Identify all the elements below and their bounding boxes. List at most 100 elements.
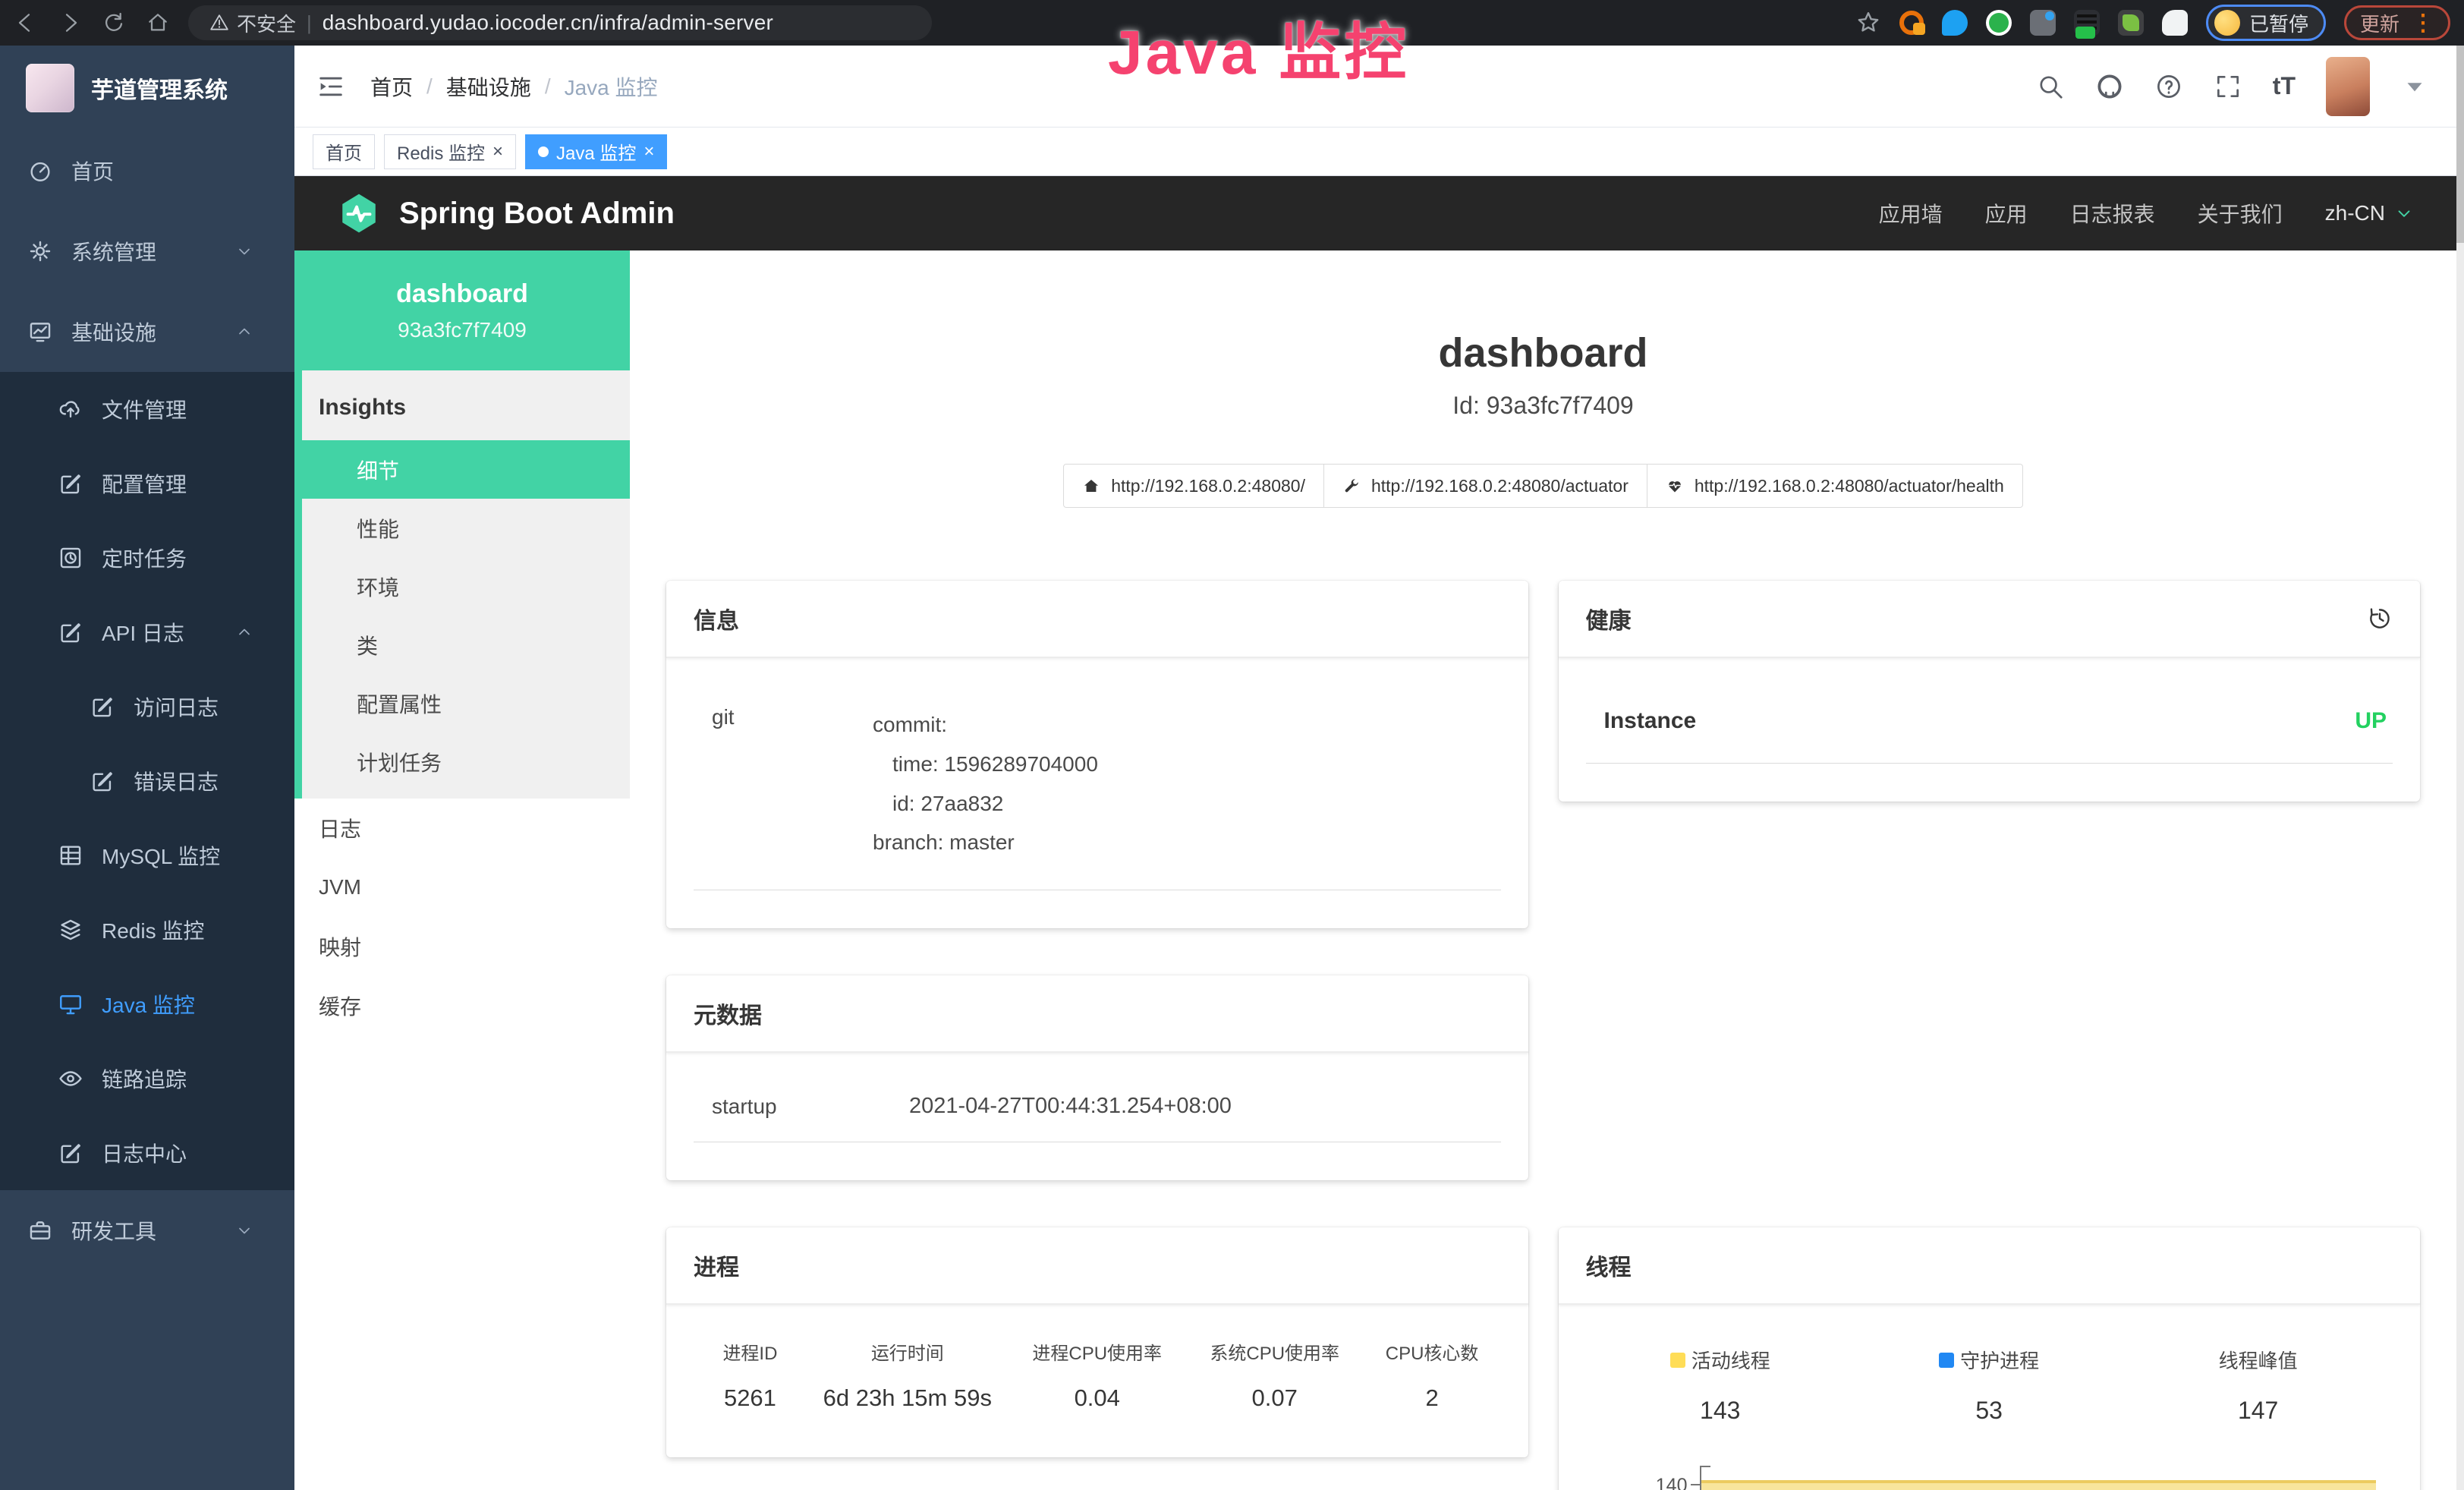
bookmark-star-icon[interactable] — [1855, 10, 1881, 36]
sidebar-item-home[interactable]: 首页 — [0, 131, 294, 211]
sba-brand[interactable]: Spring Boot Admin — [337, 191, 675, 235]
address-divider: | — [307, 11, 312, 35]
info-git-label: git — [712, 705, 873, 862]
sba-sidebar-item-jvm[interactable]: JVM — [294, 858, 630, 917]
window-scrollbar[interactable] — [2456, 46, 2464, 1490]
instance-links: http://192.168.0.2:48080/ http://192.168… — [666, 464, 2420, 508]
sidebar-item-java-monitor[interactable]: Java 监控 — [0, 967, 294, 1041]
app-logo-row[interactable]: 芋道管理系统 — [0, 46, 294, 131]
process-header-pid: 进程ID — [694, 1338, 807, 1365]
browser-profile-chip[interactable]: 已暂停 — [2206, 5, 2326, 41]
scrollbar-thumb[interactable] — [2456, 46, 2464, 243]
process-card: 进程 进程ID 5261 运行时间 6d 23h 15m 59s — [666, 1227, 1528, 1457]
process-value-process-cpu: 0.04 — [1009, 1384, 1186, 1412]
sba-sidebar-item-environment[interactable]: 环境 — [302, 557, 630, 616]
sidebar-item-label: 文件管理 — [102, 394, 187, 424]
health-card-title: 健康 — [1586, 602, 1632, 635]
sidebar-item-label: 研发工具 — [71, 1215, 156, 1246]
sba-nav-about[interactable]: 关于我们 — [2198, 198, 2283, 228]
close-icon[interactable]: × — [492, 143, 503, 161]
close-icon[interactable]: × — [644, 143, 654, 161]
tab-home[interactable]: 首页 — [313, 134, 375, 169]
screen: 不安全 | dashboard.yudao.iocoder.cn/infra/a… — [0, 0, 2464, 1490]
sba-sidebar-item-mappings[interactable]: 映射 — [294, 917, 630, 976]
instance-name: dashboard — [396, 279, 528, 309]
search-icon[interactable] — [2036, 72, 2065, 101]
extension-switch-on-icon[interactable] — [2074, 10, 2100, 36]
sba-sidebar-item-scheduled-tasks[interactable]: 计划任务 — [302, 732, 630, 791]
user-avatar[interactable] — [2326, 57, 2370, 116]
browser-home-icon[interactable] — [146, 11, 170, 35]
extensions-puzzle-icon[interactable] — [2162, 10, 2188, 36]
service-url-button[interactable]: http://192.168.0.2:48080/ — [1063, 464, 1324, 508]
sidebar-item-label: 基础设施 — [71, 317, 156, 347]
browser-update-button[interactable]: 更新 ⋮ — [2344, 5, 2450, 40]
sba-sidebar-item-config-props[interactable]: 配置属性 — [302, 674, 630, 732]
sba-sidebar-item-metrics[interactable]: 性能 — [302, 499, 630, 557]
chevron-down-icon — [235, 242, 253, 260]
sidebar-item-api-log[interactable]: API 日志 — [0, 595, 294, 669]
extension-pin-icon[interactable] — [1942, 10, 1968, 36]
edit-square-icon — [90, 768, 115, 794]
breadcrumb-infra[interactable]: 基础设施 — [446, 71, 531, 102]
forward-icon[interactable] — [58, 11, 82, 35]
sba-nav-wallboard[interactable]: 应用墙 — [1879, 198, 1943, 228]
sidebar-item-error-log[interactable]: 错误日志 — [0, 744, 294, 818]
sba-locale-select[interactable]: zh-CN — [2325, 201, 2414, 225]
tab-label: 首页 — [326, 138, 362, 165]
health-url-button[interactable]: http://192.168.0.2:48080/actuator/health — [1647, 464, 2023, 508]
sidebar-item-system-mgmt[interactable]: 系统管理 — [0, 211, 294, 291]
cloud-upload-icon — [58, 396, 83, 422]
sidebar-item-label: Redis 监控 — [102, 915, 204, 945]
sba-sidebar-item-details[interactable]: 细节 — [302, 440, 630, 499]
sidebar-item-log-center[interactable]: 日志中心 — [0, 1116, 294, 1190]
sidebar-item-scheduled-jobs[interactable]: 定时任务 — [0, 521, 294, 595]
sidebar-item-redis-monitor[interactable]: Redis 监控 — [0, 893, 294, 967]
breadcrumb-current: Java 监控 — [565, 71, 658, 102]
breadcrumb-home[interactable]: 首页 — [370, 71, 413, 102]
user-caret-down-icon[interactable] — [2400, 72, 2429, 101]
address-bar[interactable]: 不安全 | dashboard.yudao.iocoder.cn/infra/a… — [188, 5, 932, 40]
process-card-title: 进程 — [666, 1227, 1528, 1305]
sidebar-item-infrastructure[interactable]: 基础设施 — [0, 291, 294, 372]
help-icon[interactable] — [2154, 72, 2183, 101]
sba-sidebar-item-classes[interactable]: 类 — [302, 616, 630, 674]
instance-header[interactable]: dashboard 93a3fc7f7409 — [294, 250, 630, 370]
tab-java-monitor[interactable]: Java 监控 × — [525, 134, 667, 169]
extension-green-icon[interactable] — [1986, 10, 2012, 36]
font-size-icon[interactable]: tT — [2273, 72, 2296, 100]
sba-sidebar-item-logs[interactable]: 日志 — [294, 799, 630, 858]
instance-id: 93a3fc7f7409 — [398, 318, 527, 342]
sidebar-item-config-mgmt[interactable]: 配置管理 — [0, 446, 294, 521]
browser-menu-icon[interactable]: ⋮ — [2412, 17, 2434, 29]
process-header-uptime: 运行时间 — [807, 1338, 1009, 1365]
health-instance-row[interactable]: Instance UP — [1586, 693, 2393, 764]
infrastructure-submenu: 文件管理 配置管理 定时任务 API 日志 访问日志 错误日志 — [0, 372, 294, 1190]
edit-square-icon — [58, 619, 83, 645]
tab-label: Redis 监控 — [397, 138, 485, 165]
actuator-url-button[interactable]: http://192.168.0.2:48080/actuator — [1323, 464, 1647, 508]
sba-nav-applications[interactable]: 应用 — [1985, 198, 2028, 228]
history-icon[interactable] — [2367, 606, 2393, 632]
extension-colorzilla-icon[interactable] — [1899, 11, 1924, 35]
sba-nav-journal[interactable]: 日志报表 — [2070, 198, 2155, 228]
sidebar-item-label: 定时任务 — [102, 543, 187, 573]
sba-locale-label: zh-CN — [2325, 201, 2385, 225]
sba-sidebar-item-caches[interactable]: 缓存 — [294, 976, 630, 1035]
back-icon[interactable] — [14, 11, 38, 35]
git-commit-line: commit: — [873, 705, 1098, 745]
sidebar-item-mysql-monitor[interactable]: MySQL 监控 — [0, 818, 294, 893]
github-icon[interactable] — [2095, 72, 2124, 101]
fullscreen-icon[interactable] — [2214, 72, 2242, 101]
reload-icon[interactable] — [102, 11, 126, 35]
extension-leaf-icon[interactable] — [2118, 10, 2144, 36]
hamburger-icon[interactable] — [316, 71, 346, 102]
extension-grid-icon[interactable] — [2030, 10, 2056, 36]
sidebar-item-label: 配置管理 — [102, 468, 187, 499]
insights-section-label: Insights — [302, 370, 630, 440]
sidebar-item-access-log[interactable]: 访问日志 — [0, 669, 294, 744]
sidebar-item-file-mgmt[interactable]: 文件管理 — [0, 372, 294, 446]
sidebar-item-dev-tools[interactable]: 研发工具 — [0, 1190, 294, 1271]
sidebar-item-trace[interactable]: 链路追踪 — [0, 1041, 294, 1116]
tab-redis-monitor[interactable]: Redis 监控 × — [384, 134, 516, 169]
